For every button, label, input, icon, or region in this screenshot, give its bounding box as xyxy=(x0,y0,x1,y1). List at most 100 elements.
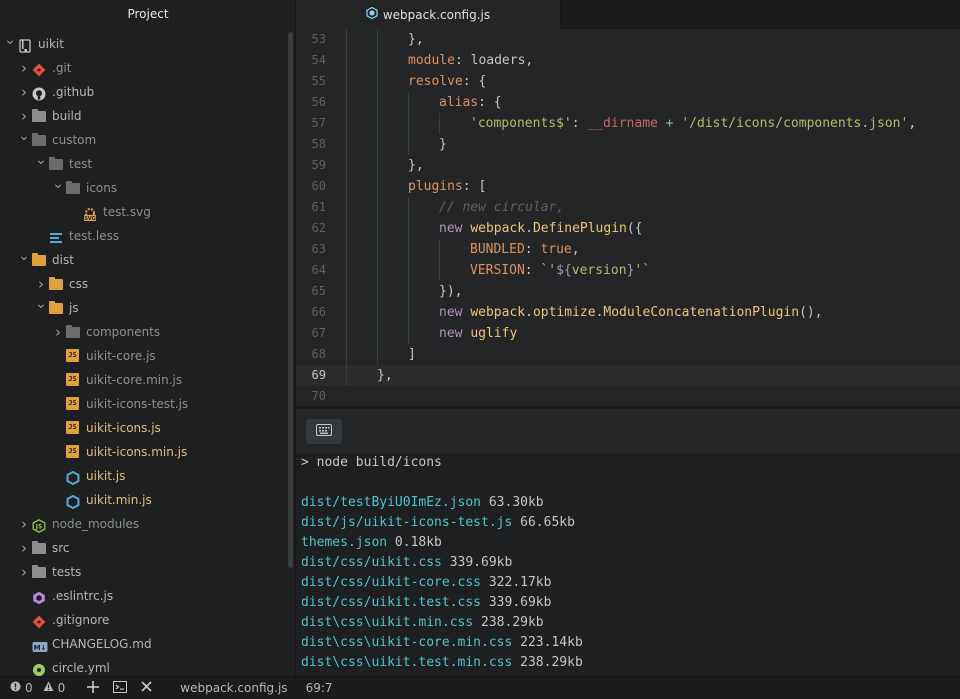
tree-item[interactable]: SVG test.svg xyxy=(0,200,296,224)
chevron-down-icon[interactable]: ⌄ xyxy=(4,28,16,52)
tree-item[interactable]: uikit.js xyxy=(0,464,296,488)
indent-guide xyxy=(377,197,378,218)
tree-item[interactable]: JS uikit-icons.min.js xyxy=(0,440,296,464)
code-line[interactable]: 68] xyxy=(296,344,960,365)
code-text: ] xyxy=(408,344,416,365)
tree-item[interactable]: › src xyxy=(0,536,296,560)
status-file-name[interactable]: webpack.config.js xyxy=(180,681,287,695)
tab-webpack-config[interactable]: webpack.config.js xyxy=(296,0,561,29)
code-text: new webpack.optimize.ModuleConcatenation… xyxy=(439,302,823,323)
indent-guide xyxy=(377,134,378,155)
chevron-down-icon[interactable]: ⌄ xyxy=(18,244,30,268)
tree-item[interactable]: ⌄ js xyxy=(0,296,296,320)
tree-item[interactable]: › .github xyxy=(0,80,296,104)
chevron-right-icon[interactable]: › xyxy=(52,320,64,344)
tree-item[interactable]: › components xyxy=(0,320,296,344)
code-line[interactable]: 56 alias: { xyxy=(296,92,960,113)
code-line[interactable]: 67 new uglify xyxy=(296,323,960,344)
tree-item[interactable]: ⌄ test xyxy=(0,152,296,176)
tree-item-label: custom xyxy=(52,133,97,147)
tree-item[interactable]: uikit.min.js xyxy=(0,488,296,512)
code-line[interactable]: 61 // new circular, xyxy=(296,197,960,218)
indent-guide xyxy=(377,218,378,239)
code-line[interactable]: 69}, xyxy=(296,365,960,386)
folder-open-icon xyxy=(32,253,46,267)
tree-item[interactable]: › build xyxy=(0,104,296,128)
code-text: alias: { xyxy=(439,92,502,113)
code-line[interactable]: 62 new webpack.DefinePlugin({ xyxy=(296,218,960,239)
indent-guide xyxy=(346,197,347,218)
chevron-down-icon[interactable]: ⌄ xyxy=(52,172,64,196)
tree-item[interactable]: JS uikit-core.js xyxy=(0,344,296,368)
tree-item-label: test.svg xyxy=(103,205,151,219)
code-line[interactable]: 70 xyxy=(296,386,960,406)
js-file-icon: JS xyxy=(66,373,80,387)
code-text: new webpack.DefinePlugin({ xyxy=(439,218,643,239)
tree-item[interactable]: JS uikit-icons.js xyxy=(0,416,296,440)
warnings-indicator[interactable]: 0 xyxy=(43,681,66,695)
chevron-down-icon[interactable]: ⌄ xyxy=(18,124,30,148)
tree-item[interactable]: › tests xyxy=(0,560,296,584)
tree-item-label: uikit-icons-test.js xyxy=(86,397,189,411)
tree-item[interactable]: ⌄ dist xyxy=(0,248,296,272)
chevron-down-icon[interactable]: ⌄ xyxy=(35,148,47,172)
tree-item[interactable]: ⌄ uikit xyxy=(0,32,296,56)
code-editor[interactable]: 53}, 54 module: loaders, 55 resolve: { 56 alia… xyxy=(296,29,960,406)
code-line[interactable]: 54 module: loaders, xyxy=(296,50,960,71)
line-number: 58 xyxy=(311,137,326,151)
chevron-right-icon[interactable]: › xyxy=(18,80,30,104)
keyboard-button[interactable] xyxy=(306,419,342,444)
sidebar-scrollbar[interactable] xyxy=(288,32,293,568)
tree-item[interactable]: M↓ CHANGELOG.md xyxy=(0,632,296,656)
code-line[interactable]: 60 plugins: [ xyxy=(296,176,960,197)
tree-item-label: uikit-icons.js xyxy=(86,421,161,435)
code-line[interactable]: 58} xyxy=(296,134,960,155)
chevron-right-icon[interactable]: › xyxy=(18,536,30,560)
chevron-right-icon[interactable]: › xyxy=(18,512,30,536)
tree-item[interactable]: JS uikit-icons-test.js xyxy=(0,392,296,416)
folder-open-icon xyxy=(49,301,63,315)
chevron-right-icon[interactable]: › xyxy=(18,560,30,584)
line-number: 67 xyxy=(311,326,326,340)
tree-item[interactable]: test.less xyxy=(0,224,296,248)
code-line[interactable]: 63 BUNDLED: true, xyxy=(296,239,960,260)
code-token: , xyxy=(908,116,917,131)
tree-item[interactable]: JS uikit-core.min.js xyxy=(0,368,296,392)
code-token: '` xyxy=(634,263,651,278)
tree-item[interactable]: .eslintrc.js xyxy=(0,584,296,608)
code-line[interactable]: 59}, xyxy=(296,155,960,176)
output-file-name: themes.json xyxy=(301,535,388,550)
terminal-line: dist\css\uikit.test.min.css 238.29kb xyxy=(301,653,960,673)
terminal-toggle-button[interactable] xyxy=(113,680,128,696)
output-file-size: 339.69kb xyxy=(441,555,513,570)
code-token: BUNDLED xyxy=(470,242,525,257)
line-number: 68 xyxy=(311,347,326,361)
terminal-output-lines: dist/testByiU0ImEz.json 63.30kb dist/js/u… xyxy=(301,493,960,673)
code-token: alias xyxy=(439,95,479,110)
terminal-panel[interactable]: > node build/icons dist/testByiU0ImEz.js… xyxy=(296,409,960,676)
output-file-name: dist\css\uikit.min.css xyxy=(301,615,474,630)
code-line[interactable]: 66 new webpack.optimize.ModuleConcatenati… xyxy=(296,302,960,323)
chevron-down-icon[interactable]: ⌄ xyxy=(35,292,47,316)
add-terminal-button[interactable] xyxy=(87,680,100,696)
close-terminal-button[interactable] xyxy=(141,681,152,695)
tree-item[interactable]: ⌄ icons xyxy=(0,176,296,200)
code-line[interactable]: 57 'components$': __dirname + '/dist/icon… xyxy=(296,113,960,134)
code-line[interactable]: 55 resolve: { xyxy=(296,71,960,92)
warning-count: 0 xyxy=(57,681,66,695)
code-token: 'components$' xyxy=(470,116,572,131)
tree-item[interactable]: › JS node_modules xyxy=(0,512,296,536)
code-line[interactable]: 65}), xyxy=(296,281,960,302)
tree-item[interactable]: › .git xyxy=(0,56,296,80)
chevron-right-icon[interactable]: › xyxy=(18,56,30,80)
tree-item-label: components xyxy=(86,325,161,339)
line-number: 54 xyxy=(311,53,326,67)
line-number: 56 xyxy=(311,95,326,109)
errors-indicator[interactable]: 0 xyxy=(10,681,33,695)
code-line[interactable]: 64 VERSION: `'${version}'` xyxy=(296,260,960,281)
tree-item[interactable]: circle.yml xyxy=(0,656,296,676)
tree-item[interactable]: .gitignore xyxy=(0,608,296,632)
cursor-position[interactable]: 69:7 xyxy=(306,681,333,695)
code-text: }, xyxy=(408,155,424,176)
code-line[interactable]: 53}, xyxy=(296,29,960,50)
